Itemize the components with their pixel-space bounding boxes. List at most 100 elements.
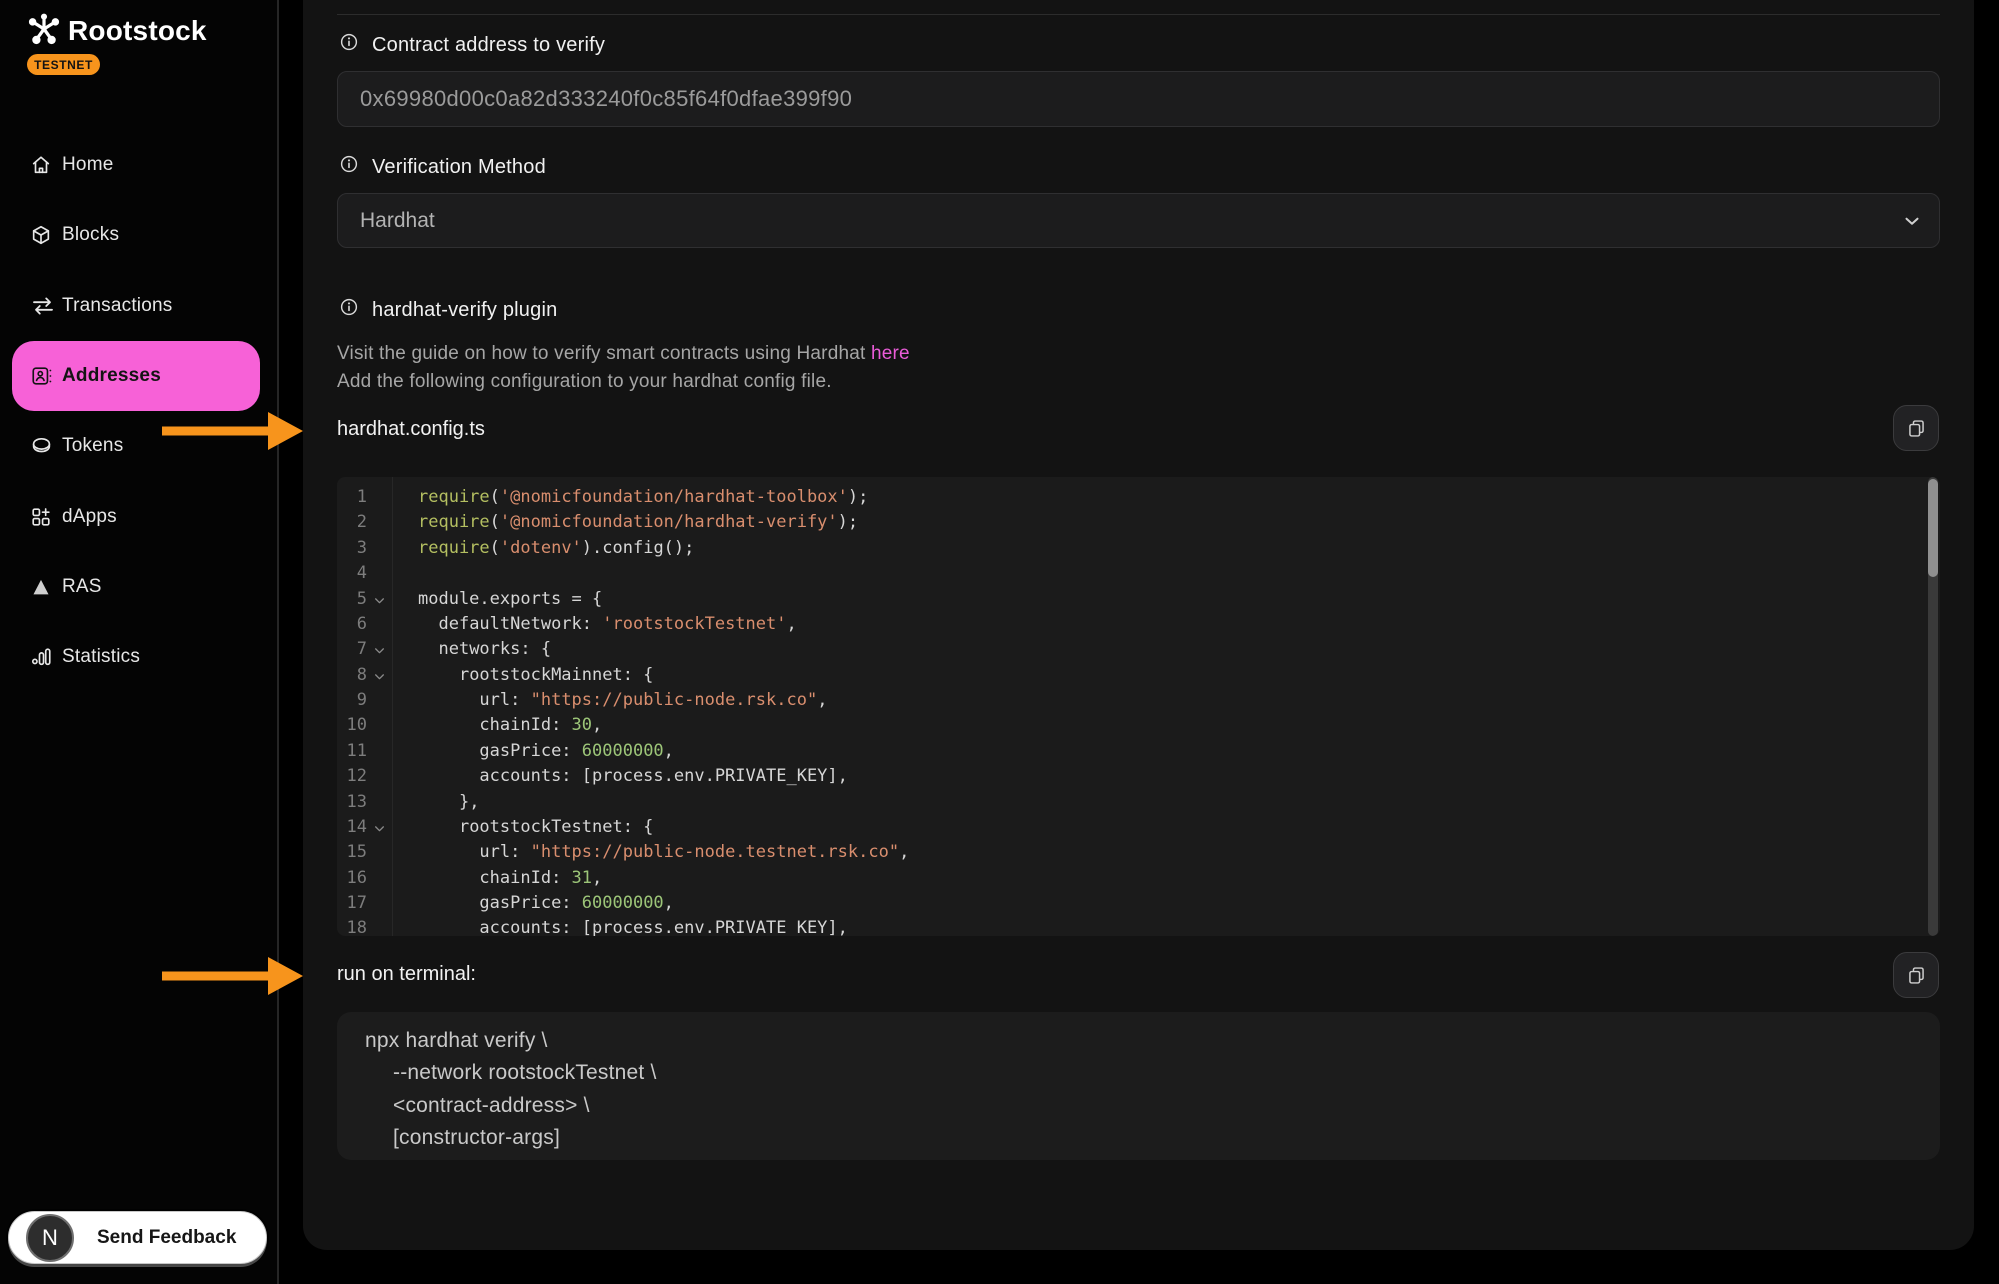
terminal-label: run on terminal: — [337, 963, 476, 986]
terminal-command-line: <contract-address> \ — [393, 1090, 1940, 1122]
annotation-arrow-terminal — [160, 954, 305, 998]
line-number: 7 — [337, 637, 367, 662]
sidebar-item-ras[interactable]: RAS — [0, 552, 277, 622]
code-line: module.exports = { — [418, 587, 909, 612]
rootstock-logo-icon — [25, 10, 63, 53]
feedback-avatar: N — [26, 1214, 74, 1262]
fold-chevron-icon[interactable] — [373, 822, 387, 836]
sidebar-item-label: Tokens — [62, 435, 123, 457]
copy-terminal-button[interactable] — [1893, 952, 1939, 998]
plugin-title: hardhat-verify plugin — [372, 299, 557, 322]
sidebar-item-home[interactable]: Home — [0, 130, 277, 200]
verification-method-select[interactable]: Hardhat — [337, 193, 1940, 248]
code-line: chainId: 30, — [418, 713, 909, 738]
contract-address-label: Contract address to verify — [372, 34, 605, 57]
terminal-command-line: npx hardhat verify \ — [365, 1025, 1940, 1057]
ras-icon — [30, 575, 56, 599]
code-line: gasPrice: 60000000, — [418, 739, 909, 764]
code-line: gasPrice: 60000000, — [418, 891, 909, 916]
guide-paragraph: Visit the guide on how to verify smart c… — [337, 340, 910, 396]
sidebar-item-label: Addresses — [62, 365, 161, 387]
code-line: }, — [418, 790, 909, 815]
home-icon — [30, 153, 56, 177]
code-line: require('@nomicfoundation/hardhat-verify… — [418, 510, 909, 535]
code-scrollbar-thumb[interactable] — [1928, 479, 1938, 577]
code-line: networks: { — [418, 637, 909, 662]
testnet-badge: TESTNET — [27, 54, 100, 75]
contract-address-label-row: Contract address to verify — [340, 33, 605, 57]
line-number: 11 — [337, 739, 367, 764]
config-code-block[interactable]: 123456789101112131415161718 require('@no… — [337, 477, 1940, 936]
addresses-icon — [30, 364, 56, 388]
section-divider — [337, 14, 1940, 15]
fold-chevron-icon[interactable] — [373, 594, 387, 608]
sidebar-item-label: Transactions — [62, 295, 172, 317]
verification-method-label: Verification Method — [372, 156, 546, 179]
statistics-icon — [30, 645, 56, 669]
info-icon[interactable] — [340, 33, 358, 57]
sidebar: Rootstock TESTNET Home Blocks Transactions… — [0, 0, 277, 1284]
sidebar-item-label: Home — [62, 154, 113, 176]
line-number: 17 — [337, 891, 367, 916]
sidebar-item-dapps[interactable]: dApps — [0, 481, 277, 551]
sidebar-item-blocks[interactable]: Blocks — [0, 200, 277, 270]
feedback-label: Send Feedback — [97, 1227, 236, 1249]
code-line: url: "https://public-node.testnet.rsk.co… — [418, 840, 909, 865]
line-number: 1 — [337, 485, 367, 510]
contract-address-input[interactable]: 0x69980d00c0a82d333240f0c85f64f0dfae399f… — [337, 71, 1940, 127]
copy-config-button[interactable] — [1893, 405, 1939, 451]
code-line: accounts: [process.env.PRIVATE_KEY], — [418, 764, 909, 789]
sidebar-item-label: Blocks — [62, 224, 119, 246]
dapps-icon — [30, 505, 56, 529]
line-number: 5 — [337, 587, 367, 612]
line-number: 16 — [337, 866, 367, 891]
code-line: accounts: [process.env.PRIVATE_KEY], — [418, 916, 909, 936]
sidebar-item-label: Statistics — [62, 646, 140, 668]
config-file-label: hardhat.config.ts — [337, 418, 485, 441]
line-number: 6 — [337, 612, 367, 637]
sidebar-divider — [277, 0, 279, 1284]
verification-method-value: Hardhat — [360, 209, 435, 233]
line-number: 14 — [337, 815, 367, 840]
line-number: 3 — [337, 536, 367, 561]
sidebar-item-transactions[interactable]: Transactions — [0, 271, 277, 341]
code-line: require('@nomicfoundation/hardhat-toolbo… — [418, 485, 909, 510]
fold-chevron-icon[interactable] — [373, 670, 387, 684]
terminal-command-line: --network rootstockTestnet \ — [393, 1057, 1940, 1089]
sidebar-item-label: dApps — [62, 506, 117, 528]
code-line — [418, 561, 909, 586]
send-feedback-button[interactable]: N Send Feedback — [8, 1211, 267, 1264]
terminal-command-line: [constructor-args] — [393, 1122, 1940, 1154]
line-number: 2 — [337, 510, 367, 535]
brand-name: Rootstock — [68, 15, 207, 47]
verification-method-label-row: Verification Method — [340, 155, 546, 179]
info-icon[interactable] — [340, 155, 358, 179]
code-line: url: "https://public-node.rsk.co", — [418, 688, 909, 713]
code-line: defaultNetwork: 'rootstockTestnet', — [418, 612, 909, 637]
guide-link[interactable]: here — [871, 343, 910, 364]
line-number: 13 — [337, 790, 367, 815]
blocks-icon — [30, 223, 56, 247]
sidebar-item-statistics[interactable]: Statistics — [0, 622, 277, 692]
main-panel: Contract address to verify 0x69980d00c0a… — [303, 0, 1974, 1250]
rootstock-logo[interactable]: Rootstock — [25, 10, 207, 52]
chevron-down-icon[interactable] — [1901, 210, 1923, 232]
line-number: 10 — [337, 713, 367, 738]
sidebar-item-addresses[interactable]: Addresses — [12, 341, 260, 411]
line-number: 18 — [337, 916, 367, 936]
annotation-arrow-config — [160, 409, 305, 453]
terminal-command-block[interactable]: npx hardhat verify \--network rootstockT… — [337, 1012, 1940, 1160]
line-number: 15 — [337, 840, 367, 865]
fold-chevron-icon[interactable] — [373, 644, 387, 658]
line-number: 12 — [337, 764, 367, 789]
transactions-icon — [30, 294, 56, 318]
tokens-icon — [30, 434, 56, 458]
guide-text: Visit the guide on how to verify smart c… — [337, 343, 871, 364]
line-number: 4 — [337, 561, 367, 586]
line-number: 8 — [337, 663, 367, 688]
code-line: require('dotenv').config(); — [418, 536, 909, 561]
code-lines: require('@nomicfoundation/hardhat-toolbo… — [418, 485, 909, 936]
info-icon[interactable] — [340, 298, 358, 322]
gutter-separator — [392, 477, 393, 936]
contract-address-value: 0x69980d00c0a82d333240f0c85f64f0dfae399f… — [360, 86, 852, 112]
